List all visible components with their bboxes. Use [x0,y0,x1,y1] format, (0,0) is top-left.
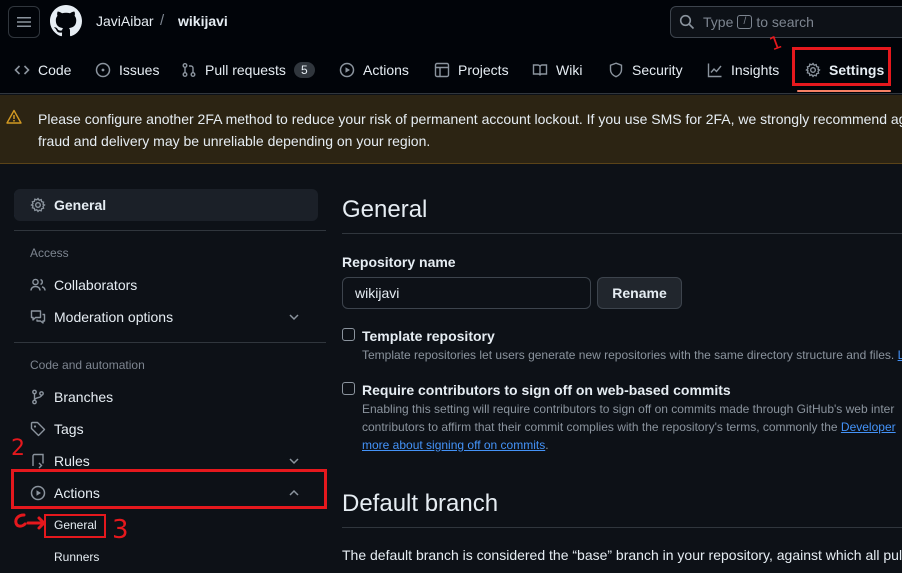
annotation-box-general [44,514,106,538]
people-icon [30,278,46,291]
tab-insights-label: Insights [731,62,780,78]
tab-actions-label: Actions [363,62,409,78]
chevron-down-icon [289,314,299,321]
search-prefix: Type [703,14,734,30]
tab-pull-requests[interactable]: Pull requests 5 [181,50,315,90]
sidebar-item-collaborators[interactable]: Collaborators [14,269,318,301]
shield-icon [609,62,623,78]
repo-push-icon [32,453,44,469]
banner-line-2: fraud and delivery may be unreliable dep… [38,133,431,149]
sidebar-item-moderation-options[interactable]: Moderation options [14,301,318,333]
tab-code-label: Code [38,62,72,78]
chevron-down-icon [289,458,299,465]
tab-projects[interactable]: Projects [434,50,509,90]
rename-button[interactable]: Rename [597,277,682,309]
default-branch-title: Default branch [342,490,499,517]
template-repository-note: Template repositories let users generate… [362,346,902,364]
breadcrumb-separator: / [160,12,165,29]
pull-requests-count-badge: 5 [293,62,315,78]
tab-issues-label: Issues [119,62,160,78]
template-note-text: Template repositories let users generate… [362,348,895,362]
sidebar-item-tags-label: Tags [54,421,84,437]
signoff-note-end: . [545,438,549,452]
book-icon [532,64,548,76]
developer-certificate-link[interactable]: Developer [841,420,896,434]
sidebar-divider [14,342,326,343]
search-icon [679,14,695,30]
default-branch-divider [342,527,902,528]
sidebar-item-collaborators-label: Collaborators [54,277,138,293]
repo-name-link[interactable]: wikijavi [178,13,228,29]
repo-header: JaviAibar / wikijavi Type / to search Co… [0,0,902,94]
repo-owner-link[interactable]: JaviAibar [96,13,154,29]
2fa-warning-banner: Please configure another 2FA method to r… [0,95,902,164]
signing-off-learn-more-link[interactable]: more about signing off on commits [362,438,545,452]
tab-issues[interactable]: Issues [95,50,159,90]
comment-discussion-icon [30,310,46,324]
sidebar-heading-code-automation: Code and automation [30,358,145,372]
annotation-number-3: 3 [112,515,129,545]
search-shortcut-key: / [737,15,753,29]
tab-wiki[interactable]: Wiki [532,50,582,90]
play-icon [339,62,355,78]
template-learn-more-link[interactable]: Le [898,348,902,362]
sidebar-heading-access: Access [30,246,69,260]
git-pull-request-icon [182,63,196,77]
menu-button[interactable] [8,6,40,38]
signoff-note-line-2: contributors to affirm that their commit… [362,418,896,436]
alert-icon [6,109,22,124]
tab-insights[interactable]: Insights [707,50,779,90]
sidebar-subitem-actions-runners[interactable]: Runners [54,550,99,564]
graph-icon [707,63,722,78]
sidebar-item-tags[interactable]: Tags [14,413,318,445]
repository-name-label: Repository name [342,254,456,270]
signoff-note-text: contributors to affirm that their commit… [362,420,838,434]
sidebar-item-branches-label: Branches [54,389,114,405]
sidebar-item-general-label: General [54,197,107,213]
signoff-checkbox[interactable] [342,382,355,395]
table-icon [434,62,450,78]
repo-tabs: Code Issues Pull requests 5 Actions Proj… [0,50,902,94]
annotation-number-2: 2 [11,436,25,461]
git-branch-icon [32,389,44,405]
annotation-box-actions [11,469,327,509]
sidebar-item-moderation-label: Moderation options [54,309,174,325]
selected-tab-underline [797,90,891,92]
page-title: General [342,196,428,223]
sidebar-item-rules-label: Rules [54,453,90,469]
tab-wiki-label: Wiki [556,62,583,78]
repository-name-input[interactable]: wikijavi [342,277,591,309]
tab-actions[interactable]: Actions [339,50,409,90]
code-icon [14,65,30,75]
tab-pull-requests-label: Pull requests [205,62,286,78]
issue-opened-icon [95,62,111,78]
search-suffix: to search [756,14,814,30]
tab-security-label: Security [632,62,683,78]
banner-line-1: Please configure another 2FA method to r… [38,111,902,127]
tab-security[interactable]: Security [608,50,683,90]
tab-code[interactable]: Code [14,50,71,90]
banner-message: Please configure another 2FA method to r… [38,108,902,152]
template-repository-label: Template repository [362,328,495,344]
github-logo-icon[interactable] [50,5,82,37]
sidebar-item-general[interactable]: General [14,189,318,221]
tag-icon [30,421,46,437]
sidebar-item-branches[interactable]: Branches [14,381,318,413]
title-divider [342,233,902,234]
hamburger-icon [17,17,31,27]
search-input[interactable]: Type / to search [670,6,902,38]
default-branch-description: The default branch is considered the “ba… [342,547,902,563]
signoff-note-line-1: Enabling this setting will require contr… [362,402,895,416]
signoff-label: Require contributors to sign off on web-… [362,382,731,398]
template-repository-checkbox[interactable] [342,328,355,341]
tab-projects-label: Projects [458,62,509,78]
annotation-box-settings [792,47,891,86]
gear-icon [30,197,46,213]
sidebar-divider [14,230,326,231]
signoff-note-line-3: more about signing off on commits. [362,436,549,454]
annotation-arrow-icon [14,513,46,530]
